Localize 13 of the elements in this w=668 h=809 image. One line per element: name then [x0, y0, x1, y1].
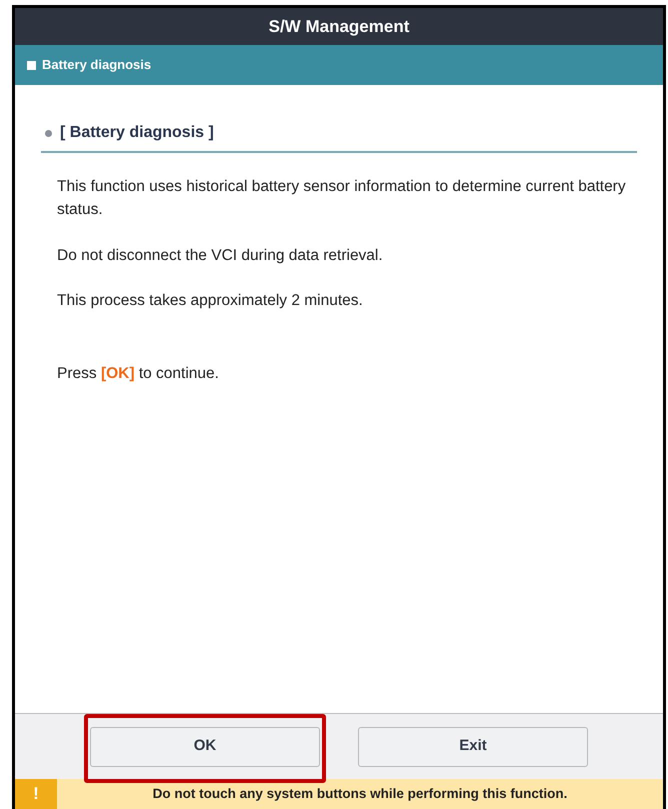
bullet-icon [45, 130, 52, 136]
square-icon [27, 60, 36, 70]
window-title: S/W Management [15, 8, 663, 45]
warning-icon: ! [15, 779, 57, 809]
section-heading: [ Battery diagnosis ] [60, 123, 214, 143]
ok-button[interactable]: OK [90, 726, 320, 766]
instruction-text: This process takes approximately 2 minutes. [57, 290, 364, 311]
instruction-text: Press [OK] to continue. [57, 364, 220, 384]
warning-text: Do not touch any system buttons while performing this function. [152, 784, 568, 803]
section-title: Battery diagnosis [42, 56, 152, 74]
instruction-text: Do not disconnect the VCI during data retrieval. [57, 246, 384, 266]
instruction-text: This function uses historical battery sensor information to determine current battery status. [57, 177, 627, 220]
exit-button[interactable]: Exit [358, 726, 588, 766]
